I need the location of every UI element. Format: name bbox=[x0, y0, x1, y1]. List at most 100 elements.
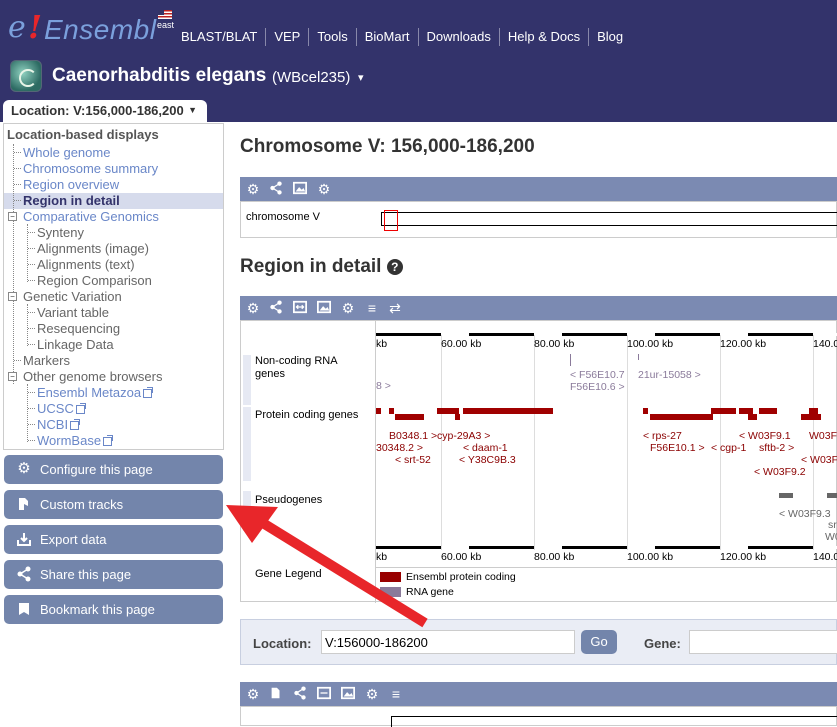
gear-icon[interactable]: ⚙ bbox=[245, 686, 261, 702]
gene-label[interactable]: < Y38C9B.3 bbox=[459, 454, 516, 466]
gene-label[interactable]: F56E10.1 > bbox=[650, 442, 705, 454]
share-icon[interactable] bbox=[292, 686, 308, 702]
sidebar-item-region-comparison[interactable]: Region Comparison bbox=[37, 273, 152, 288]
nav-downloads[interactable]: Downloads bbox=[417, 28, 499, 46]
sidebar-item-chromosome-summary[interactable]: Chromosome summary bbox=[23, 161, 158, 176]
sidebar-item-resequencing[interactable]: Resequencing bbox=[37, 321, 120, 336]
sidebar-item-synteny[interactable]: Synteny bbox=[37, 225, 84, 240]
track-handle[interactable] bbox=[243, 407, 251, 481]
protein-gene-feature[interactable] bbox=[395, 414, 424, 420]
assembly-name[interactable]: (WBcel235) bbox=[272, 69, 350, 86]
nav-biomart[interactable]: BioMart bbox=[355, 28, 418, 46]
gene-label[interactable]: < rps-27 bbox=[643, 430, 682, 442]
go-button[interactable]: Go bbox=[581, 630, 617, 654]
gene-label[interactable]: 8 > bbox=[376, 380, 391, 392]
species-icon[interactable] bbox=[10, 60, 42, 92]
sidebar-item-markers[interactable]: Markers bbox=[23, 353, 70, 368]
gene-label[interactable]: B0348.1 > bbox=[389, 430, 437, 442]
location-tab[interactable]: Location: V:156,000-186,200 ▼ bbox=[3, 100, 207, 122]
region-marker[interactable] bbox=[384, 210, 398, 231]
reset-config-icon[interactable]: ⚙ bbox=[316, 181, 332, 197]
protein-gene-feature[interactable] bbox=[748, 414, 757, 420]
nav-tools[interactable]: Tools bbox=[308, 28, 355, 46]
location-tab-caret-icon[interactable]: ▼ bbox=[188, 105, 197, 115]
gene-label[interactable]: < W03F9 bbox=[801, 454, 837, 466]
sidebar-item-variant-table[interactable]: Variant table bbox=[37, 305, 109, 320]
sidebar-item-ucsc[interactable]: UCSC bbox=[37, 401, 86, 416]
nav-help-docs[interactable]: Help & Docs bbox=[498, 28, 588, 46]
share-icon[interactable] bbox=[268, 181, 284, 197]
protein-gene-feature[interactable] bbox=[376, 408, 381, 414]
collapse-box-icon[interactable]: − bbox=[8, 212, 17, 221]
gene-label[interactable]: W0 bbox=[825, 531, 837, 543]
gene-label[interactable]: < W03F9.1 bbox=[739, 430, 791, 442]
resize-icon[interactable] bbox=[292, 300, 308, 316]
protein-gene-feature[interactable] bbox=[650, 414, 713, 420]
protein-gene-feature[interactable] bbox=[643, 408, 648, 414]
gear-icon[interactable]: ⚙ bbox=[245, 181, 261, 197]
sidebar-item-region-in-detail[interactable]: Region in detail bbox=[23, 193, 120, 208]
nav-vep[interactable]: VEP bbox=[265, 28, 308, 46]
bottom-image[interactable] bbox=[240, 706, 837, 727]
protein-gene-feature[interactable] bbox=[809, 408, 818, 414]
track-order-icon[interactable]: ≡ bbox=[388, 686, 404, 702]
sidebar-item-comparative-genomics[interactable]: Comparative Genomics bbox=[23, 209, 159, 224]
sidebar-item-genetic-variation[interactable]: Genetic Variation bbox=[23, 289, 122, 304]
gene-label[interactable]: W03F9 bbox=[809, 430, 837, 442]
image-export-icon[interactable] bbox=[292, 181, 308, 197]
sidebar-item-other-genome-browsers[interactable]: Other genome browsers bbox=[23, 369, 162, 384]
help-icon[interactable]: ? bbox=[386, 259, 403, 275]
protein-gene-feature[interactable] bbox=[389, 408, 394, 414]
nav-blast[interactable]: BLAST/BLAT bbox=[173, 28, 265, 46]
pseudogene-feature[interactable] bbox=[779, 493, 793, 498]
protein-gene-feature[interactable] bbox=[463, 408, 553, 414]
gene-label[interactable]: 21ur-15058 > bbox=[638, 369, 701, 381]
rna-gene-feature[interactable] bbox=[570, 354, 571, 366]
resize-icon[interactable] bbox=[316, 686, 332, 702]
species-caret-icon[interactable]: ▾ bbox=[358, 71, 364, 84]
chromosome-image[interactable]: chromosome V bbox=[240, 201, 837, 238]
configure-page-button[interactable]: ⚙ Configure this page bbox=[4, 455, 223, 484]
sidebar-item-ncbi[interactable]: NCBI bbox=[37, 417, 81, 432]
protein-gene-feature[interactable] bbox=[759, 408, 777, 414]
gear-icon[interactable]: ⚙ bbox=[245, 300, 261, 316]
pseudogene-feature[interactable] bbox=[827, 493, 837, 498]
gene-label[interactable]: < W03F9.3 bbox=[779, 508, 831, 520]
export-data-button[interactable]: Export data bbox=[4, 525, 223, 554]
custom-tracks-icon[interactable] bbox=[268, 686, 284, 702]
gene-label[interactable]: < F56E10.7 bbox=[570, 369, 625, 381]
reset-config-icon[interactable]: ⚙ bbox=[340, 300, 356, 316]
share-icon[interactable] bbox=[268, 300, 284, 316]
gene-label[interactable]: < W03F9.2 bbox=[754, 466, 806, 478]
gene-label[interactable]: F56E10.6 > bbox=[570, 381, 625, 393]
gene-label[interactable]: 30348.2 > bbox=[376, 442, 423, 454]
sidebar-item-linkage-data[interactable]: Linkage Data bbox=[37, 337, 114, 352]
protein-gene-feature[interactable] bbox=[801, 414, 821, 420]
protein-gene-feature[interactable] bbox=[455, 414, 460, 420]
gene-label[interactable]: < cgp-1 bbox=[711, 442, 746, 454]
nav-blog[interactable]: Blog bbox=[588, 28, 631, 46]
collapse-box-icon[interactable]: − bbox=[8, 372, 17, 381]
gene-label[interactable]: sr bbox=[828, 519, 837, 531]
sidebar-item-alignments-image[interactable]: Alignments (image) bbox=[37, 241, 149, 256]
image-export-icon[interactable] bbox=[316, 300, 332, 316]
protein-gene-feature[interactable] bbox=[711, 408, 736, 414]
track-order-icon[interactable]: ≡ bbox=[364, 300, 380, 316]
reset-config-icon[interactable]: ⚙ bbox=[364, 686, 380, 702]
sidebar-item-wormbase[interactable]: WormBase bbox=[37, 433, 114, 448]
track-handle[interactable] bbox=[243, 355, 251, 405]
gene-label[interactable]: cyp-29A3 > bbox=[437, 430, 490, 442]
ensembl-logo[interactable]: e ! Ensembl bbox=[8, 8, 178, 46]
share-page-button[interactable]: Share this page bbox=[4, 560, 223, 589]
gene-label[interactable]: < daam-1 bbox=[463, 442, 508, 454]
gene-input[interactable] bbox=[689, 630, 837, 654]
gene-label[interactable]: < srt-52 bbox=[395, 454, 431, 466]
sidebar-item-alignments-text[interactable]: Alignments (text) bbox=[37, 257, 135, 272]
rna-gene-feature[interactable] bbox=[638, 354, 639, 360]
custom-tracks-button[interactable]: Custom tracks bbox=[4, 490, 223, 519]
gene-label[interactable]: sftb-2 > bbox=[759, 442, 794, 454]
sidebar-item-region-overview[interactable]: Region overview bbox=[23, 177, 119, 192]
swap-arrows-icon[interactable]: ⇄ bbox=[387, 300, 403, 316]
image-export-icon[interactable] bbox=[340, 686, 356, 702]
species-name[interactable]: Caenorhabditis elegans bbox=[52, 65, 266, 87]
